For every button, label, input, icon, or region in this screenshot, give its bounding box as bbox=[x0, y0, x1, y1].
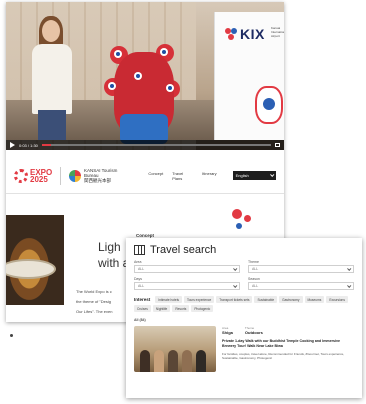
interest-label: Interest bbox=[134, 297, 151, 302]
hero-copy: The World Expo is c the theme of "Desig … bbox=[76, 287, 124, 317]
language-value: English bbox=[235, 173, 249, 178]
select-value: ALL bbox=[138, 267, 145, 271]
header-divider bbox=[60, 166, 62, 185]
mascot-eye bbox=[108, 82, 116, 90]
interest-filters: Interest Intimate hotels Tours experienc… bbox=[126, 290, 362, 312]
travel-search-title: Travel search bbox=[150, 244, 217, 256]
expo-logo-line2: 2025 bbox=[30, 174, 48, 184]
hero-title-line1: Ligh bbox=[98, 240, 121, 254]
filter-area: Area ALL bbox=[134, 260, 240, 273]
nav-concept[interactable]: Concept bbox=[148, 171, 163, 181]
interest-chip[interactable]: Gastronomy bbox=[279, 296, 303, 303]
fullscreen-icon[interactable] bbox=[275, 143, 280, 147]
kix-banner: KIX Kansai International Airport bbox=[214, 12, 284, 140]
filter-label: Season bbox=[248, 277, 260, 281]
screenshot-stage: KIX Kansai International Airport 0:03 / … bbox=[0, 0, 366, 404]
video-controls: 0:03 / 1:30 bbox=[6, 140, 284, 150]
area-select[interactable]: ALL bbox=[134, 265, 240, 273]
interest-chip[interactable]: Sustainable bbox=[254, 296, 278, 303]
filter-days: Days ALL bbox=[134, 277, 240, 290]
mascot-eye bbox=[114, 50, 122, 58]
travel-search-header: Travel search bbox=[126, 238, 362, 260]
theme-select[interactable]: ALL bbox=[248, 265, 354, 273]
filter-season: Season ALL bbox=[248, 277, 354, 290]
results-count: All (84) bbox=[134, 318, 146, 322]
map-icon bbox=[134, 245, 145, 255]
hero-copy-line: the theme of "Desig bbox=[76, 299, 111, 304]
mascot-eye bbox=[134, 72, 142, 80]
chevron-down-icon bbox=[233, 266, 238, 271]
chevron-down-icon bbox=[233, 283, 238, 288]
interest-chip[interactable]: Nightlife bbox=[152, 305, 171, 312]
kix-mark-icon bbox=[225, 28, 237, 40]
interest-chip[interactable]: Photogenic bbox=[191, 305, 214, 312]
filter-theme: Theme ALL bbox=[248, 260, 354, 273]
play-icon[interactable] bbox=[10, 142, 15, 148]
nav-itinerary[interactable]: Itinerary bbox=[202, 171, 216, 181]
kix-logo: KIX bbox=[225, 26, 265, 42]
days-select[interactable]: ALL bbox=[134, 282, 240, 290]
mascot-eye bbox=[166, 84, 174, 92]
interest-chip[interactable]: Museums bbox=[304, 296, 325, 303]
season-select[interactable]: ALL bbox=[248, 282, 354, 290]
kansai-logo-line2: 関西観光本部 bbox=[84, 178, 111, 183]
filter-label: Theme bbox=[248, 260, 259, 264]
woman-legs bbox=[38, 110, 66, 140]
list-bullet bbox=[10, 334, 13, 337]
interest-chip[interactable]: Excursions bbox=[326, 296, 348, 303]
chevron-down-icon bbox=[347, 266, 352, 271]
search-filters: Area ALL Theme ALL Days ALL Season ALL bbox=[126, 260, 362, 290]
card-area-value: Shiga bbox=[222, 330, 233, 335]
interest-chip[interactable]: Intimate hotels bbox=[155, 296, 182, 303]
tour-card-tags: For families, couples, travel alone, Rec… bbox=[222, 352, 345, 361]
promo-video[interactable]: KIX Kansai International Airport 0:03 / … bbox=[6, 2, 284, 150]
expo-ring-icon bbox=[14, 168, 28, 183]
hero-copy-line: Our Lifes". The even bbox=[76, 309, 113, 314]
select-value: ALL bbox=[252, 284, 259, 288]
kansai-logo-line1: KANSAI Tourism Bureau bbox=[84, 168, 118, 178]
select-value: ALL bbox=[252, 267, 259, 271]
woman-figure bbox=[32, 44, 72, 114]
chevron-down-icon bbox=[270, 172, 275, 177]
filter-label: Days bbox=[134, 277, 142, 281]
interest-chip[interactable]: Transport tickets sets bbox=[216, 296, 253, 303]
interest-chip[interactable]: Cruises bbox=[134, 305, 151, 312]
nav-travel-plans[interactable]: Travel Plans bbox=[172, 171, 193, 181]
tour-card-title[interactable]: Private 1-day Walk with our Buddhist Tem… bbox=[222, 339, 354, 349]
tour-card-image bbox=[134, 326, 216, 372]
kix-character bbox=[255, 86, 283, 124]
hero-copy-line: The World Expo is c bbox=[76, 289, 112, 294]
kix-subtitle: Kansai International Airport bbox=[271, 26, 284, 38]
kix-logo-text: KIX bbox=[240, 26, 265, 42]
card-theme-value: Outdoors bbox=[244, 330, 263, 335]
video-time: 0:03 / 1:30 bbox=[19, 142, 38, 148]
select-value: ALL bbox=[138, 284, 145, 288]
kansai-logo-icon bbox=[69, 169, 81, 182]
woman-head bbox=[42, 20, 60, 42]
interest-chip[interactable]: Tours experience bbox=[184, 296, 215, 303]
kansai-tourism-logo[interactable]: KANSAI Tourism Bureau 関西観光本部 bbox=[69, 168, 132, 183]
tour-card[interactable]: Area Shiga Theme Outdoors Private 1-day … bbox=[126, 324, 362, 374]
expo-logo[interactable]: EXPO 2025 bbox=[14, 168, 52, 184]
mascot-eye bbox=[160, 48, 168, 56]
site-header: EXPO 2025 KANSAI Tourism Bureau 関西観光本部 C… bbox=[6, 158, 284, 194]
video-progress-bar[interactable] bbox=[41, 144, 271, 146]
video-progress-fill bbox=[41, 144, 52, 146]
tour-card-meta: Area Shiga Theme Outdoors Private 1-day … bbox=[222, 326, 354, 372]
site-nav: Concept Travel Plans Itinerary bbox=[148, 171, 216, 181]
travel-search-panel: Travel search Area ALL Theme ALL Days AL… bbox=[126, 238, 362, 398]
language-select[interactable]: English bbox=[232, 171, 276, 180]
chevron-down-icon bbox=[347, 283, 352, 288]
filter-label: Area bbox=[134, 260, 142, 264]
interest-chip[interactable]: Resorts bbox=[172, 305, 190, 312]
